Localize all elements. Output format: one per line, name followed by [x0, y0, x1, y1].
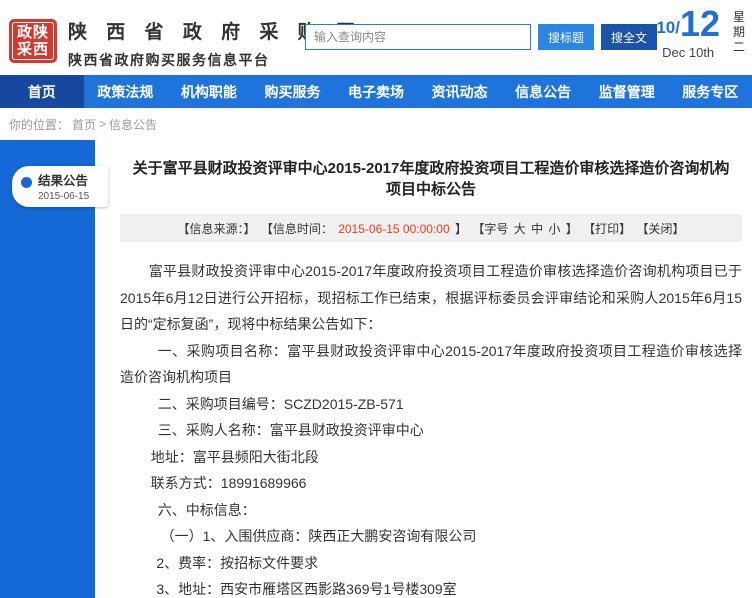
page: 政陕 采西 陕 西 省 政 府 采 购 网 陕西省政府购买服务信息平台 搜标题 … — [0, 0, 752, 598]
article-line: 2、费率：按招标文件要求 — [120, 550, 742, 577]
nav-item-functions[interactable]: 机构职能 — [167, 75, 251, 108]
meta-time-label: 【信息时间： — [261, 222, 333, 236]
article-line: 一、采购项目名称：富平县财政投资评审中心2015-2017年度政府投资项目工程造… — [120, 338, 742, 391]
search-fulltext-button[interactable]: 搜全文 — [601, 24, 657, 50]
article-line: 3、地址：西安市雁塔区西影路369号1号楼309室 — [120, 576, 742, 598]
article-line: 联系方式：18991689966 — [120, 470, 742, 497]
header: 政陕 采西 陕 西 省 政 府 采 购 网 陕西省政府购买服务信息平台 搜标题 … — [0, 0, 752, 75]
search-title-button[interactable]: 搜标题 — [538, 24, 594, 50]
article-line: （一）1、入围供应商：陕西正大鹏安咨询有限公司 — [120, 523, 742, 550]
sidebar-category-label: 结果公告 — [38, 170, 102, 189]
breadcrumb-home-link[interactable]: 首页 — [72, 116, 96, 133]
fontsize-large-button[interactable]: 大 — [514, 222, 526, 236]
nav-item-news[interactable]: 资讯动态 — [418, 75, 502, 108]
nav-item-home[interactable]: 首页 — [0, 75, 84, 108]
article-body: 富平县财政投资评审中心2015-2017年度政府投资项目工程造价审核选择造价咨询… — [120, 258, 742, 598]
date-numbers: 10/ 12 Dec 10th — [656, 6, 720, 60]
article-line: 富平县财政投资评审中心2015-2017年度政府投资项目工程造价审核选择造价咨询… — [120, 258, 742, 338]
sidebar-item-result-notice[interactable]: 结果公告 2015-06-15 — [12, 166, 108, 207]
weekday-char: 二 — [732, 40, 746, 55]
breadcrumb-current-link[interactable]: 信息公告 — [109, 116, 157, 133]
meta-source: 【信息来源：】 — [177, 222, 255, 236]
search-area: 搜标题 搜全文 — [305, 24, 657, 50]
article-line: 三、采购人名称：富平县财政投资评审中心 — [120, 417, 742, 444]
nav-item-policy[interactable]: 政策法规 — [84, 75, 168, 108]
date-day: 12 — [680, 6, 720, 42]
meta-fontsize-close: 】 — [566, 222, 578, 236]
main-content: 关于富平县财政投资评审中心2015-2017年度政府投资项目工程造价审核选择造价… — [120, 140, 742, 598]
site-subtitle: 陕西省政府购买服务信息平台 — [68, 50, 362, 70]
close-button[interactable]: 【关闭】 — [637, 222, 685, 236]
fontsize-medium-button[interactable]: 中 — [531, 222, 543, 236]
sidebar: 结果公告 2015-06-15 — [0, 140, 95, 598]
breadcrumb-separator: > — [99, 117, 106, 131]
date-english: Dec 10th — [656, 45, 720, 60]
navbar: 首页政策法规机构职能购买服务电子卖场资讯动态信息公告监督管理服务专区 — [0, 75, 752, 108]
fontsize-small-button[interactable]: 小 — [548, 222, 560, 236]
sidebar-category-date: 2015-06-15 — [38, 191, 102, 202]
logo-line2: 采西 — [17, 41, 49, 58]
breadcrumb-prefix: 你的位置： — [9, 116, 69, 133]
article-line: 六、中标信息： — [120, 497, 742, 524]
article-line: 二、采购项目编号：SCZD2015-ZB-571 — [120, 391, 742, 418]
article-title: 关于富平县财政投资评审中心2015-2017年度政府投资项目工程造价审核选择造价… — [126, 158, 736, 200]
site-logo-text: 政陕 采西 — [12, 22, 54, 60]
nav-item-mall[interactable]: 电子卖场 — [334, 75, 418, 108]
date-widget: 10/ 12 Dec 10th 星期二 — [656, 6, 746, 60]
meta-time-value: 2015-06-15 00:00:00 — [338, 222, 449, 236]
site-logo-icon: 政陕 采西 — [9, 19, 57, 63]
search-input[interactable] — [305, 24, 531, 50]
nav-item-notice[interactable]: 信息公告 — [501, 75, 585, 108]
bullet-dot-icon — [21, 177, 32, 188]
nav-item-purchase[interactable]: 购买服务 — [251, 75, 335, 108]
logo-line1: 政陕 — [17, 24, 49, 41]
weekday-char: 期 — [732, 25, 746, 40]
article-meta-bar: 【信息来源：】 【信息时间： 2015-06-15 00:00:00 】 【字号… — [120, 214, 742, 242]
weekday-char: 星 — [732, 10, 746, 25]
meta-time-close: 】 — [455, 222, 467, 236]
meta-fontsize-label: 【字号 — [472, 222, 508, 236]
date-weekday: 星期二 — [732, 10, 746, 55]
print-button[interactable]: 【打印】 — [583, 222, 631, 236]
date-month: 10/ — [656, 18, 680, 38]
article-line: 地址：富平县频阳大街北段 — [120, 444, 742, 471]
nav-item-supervision[interactable]: 监督管理 — [585, 75, 669, 108]
breadcrumb: 你的位置： 首页 > 信息公告 — [0, 108, 752, 140]
nav-item-service[interactable]: 服务专区 — [669, 75, 752, 108]
